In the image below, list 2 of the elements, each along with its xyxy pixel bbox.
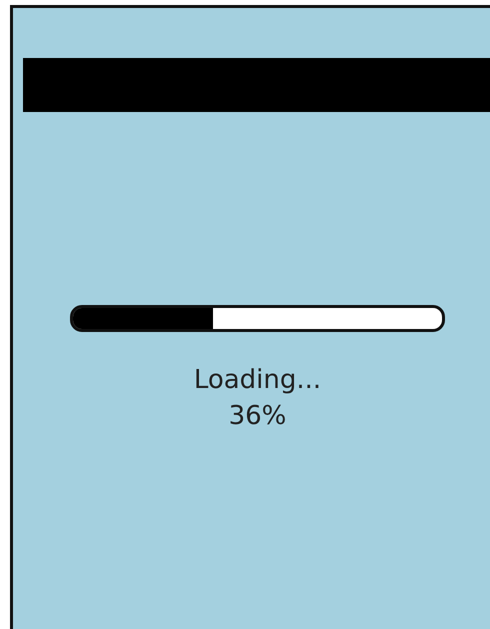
percent-label: 36% <box>228 400 286 432</box>
loading-label: Loading... <box>194 364 322 396</box>
